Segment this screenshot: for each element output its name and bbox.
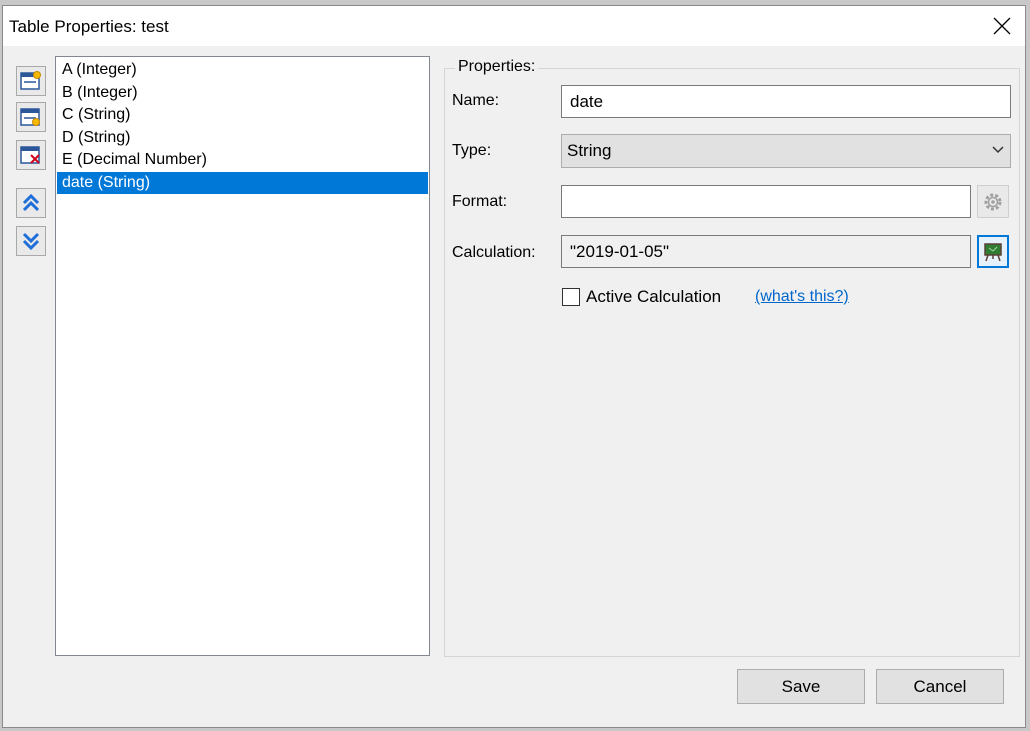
format-label: Format: bbox=[452, 193, 508, 210]
calculation-label: Calculation: bbox=[452, 244, 536, 261]
name-input[interactable]: date bbox=[561, 85, 1011, 118]
calculator-editor-icon bbox=[984, 242, 1002, 261]
move-down-icon bbox=[22, 232, 40, 251]
format-input[interactable] bbox=[561, 185, 971, 218]
edit-column-icon bbox=[20, 108, 40, 126]
list-item[interactable]: B (Integer) bbox=[57, 82, 428, 105]
delete-column-button[interactable] bbox=[16, 140, 46, 170]
move-down-button[interactable] bbox=[16, 226, 46, 256]
list-item[interactable]: D (String) bbox=[57, 127, 428, 150]
whats-this-link[interactable]: (what's this?) bbox=[755, 288, 849, 306]
move-up-icon bbox=[22, 193, 40, 212]
table-properties-dialog: Table Properties: test A (Integer) B (In… bbox=[2, 5, 1026, 728]
gear-icon bbox=[984, 193, 1002, 210]
list-item[interactable]: C (String) bbox=[57, 104, 428, 127]
chevron-down-icon bbox=[992, 146, 1004, 154]
type-select[interactable]: String bbox=[561, 134, 1011, 168]
close-icon bbox=[993, 17, 1011, 35]
name-label: Name: bbox=[452, 92, 500, 109]
list-item-selected[interactable]: date (String) bbox=[57, 171, 428, 194]
calculation-editor-button[interactable] bbox=[977, 235, 1009, 268]
active-calculation-label[interactable]: Active Calculation bbox=[586, 287, 721, 307]
type-label: Type: bbox=[452, 142, 492, 159]
columns-list[interactable]: A (Integer) B (Integer) C (String) D (St… bbox=[55, 56, 430, 656]
close-button[interactable] bbox=[979, 6, 1025, 46]
type-select-value: String bbox=[567, 141, 612, 160]
format-settings-button[interactable] bbox=[977, 185, 1009, 218]
add-column-icon bbox=[20, 71, 41, 90]
add-column-button[interactable] bbox=[16, 66, 46, 96]
move-up-button[interactable] bbox=[16, 188, 46, 218]
calculation-input[interactable]: "2019-01-05" bbox=[561, 235, 971, 268]
edit-column-button[interactable] bbox=[16, 102, 46, 132]
properties-group-title: Properties: bbox=[455, 58, 539, 76]
active-calculation-checkbox[interactable] bbox=[562, 288, 580, 306]
list-item[interactable]: A (Integer) bbox=[57, 59, 428, 82]
cancel-button[interactable]: Cancel bbox=[876, 669, 1004, 704]
title-bar: Table Properties: test bbox=[3, 6, 1025, 46]
list-item[interactable]: E (Decimal Number) bbox=[57, 149, 428, 172]
delete-column-icon bbox=[20, 146, 40, 164]
save-button[interactable]: Save bbox=[737, 669, 865, 704]
window-title: Table Properties: test bbox=[9, 17, 169, 36]
